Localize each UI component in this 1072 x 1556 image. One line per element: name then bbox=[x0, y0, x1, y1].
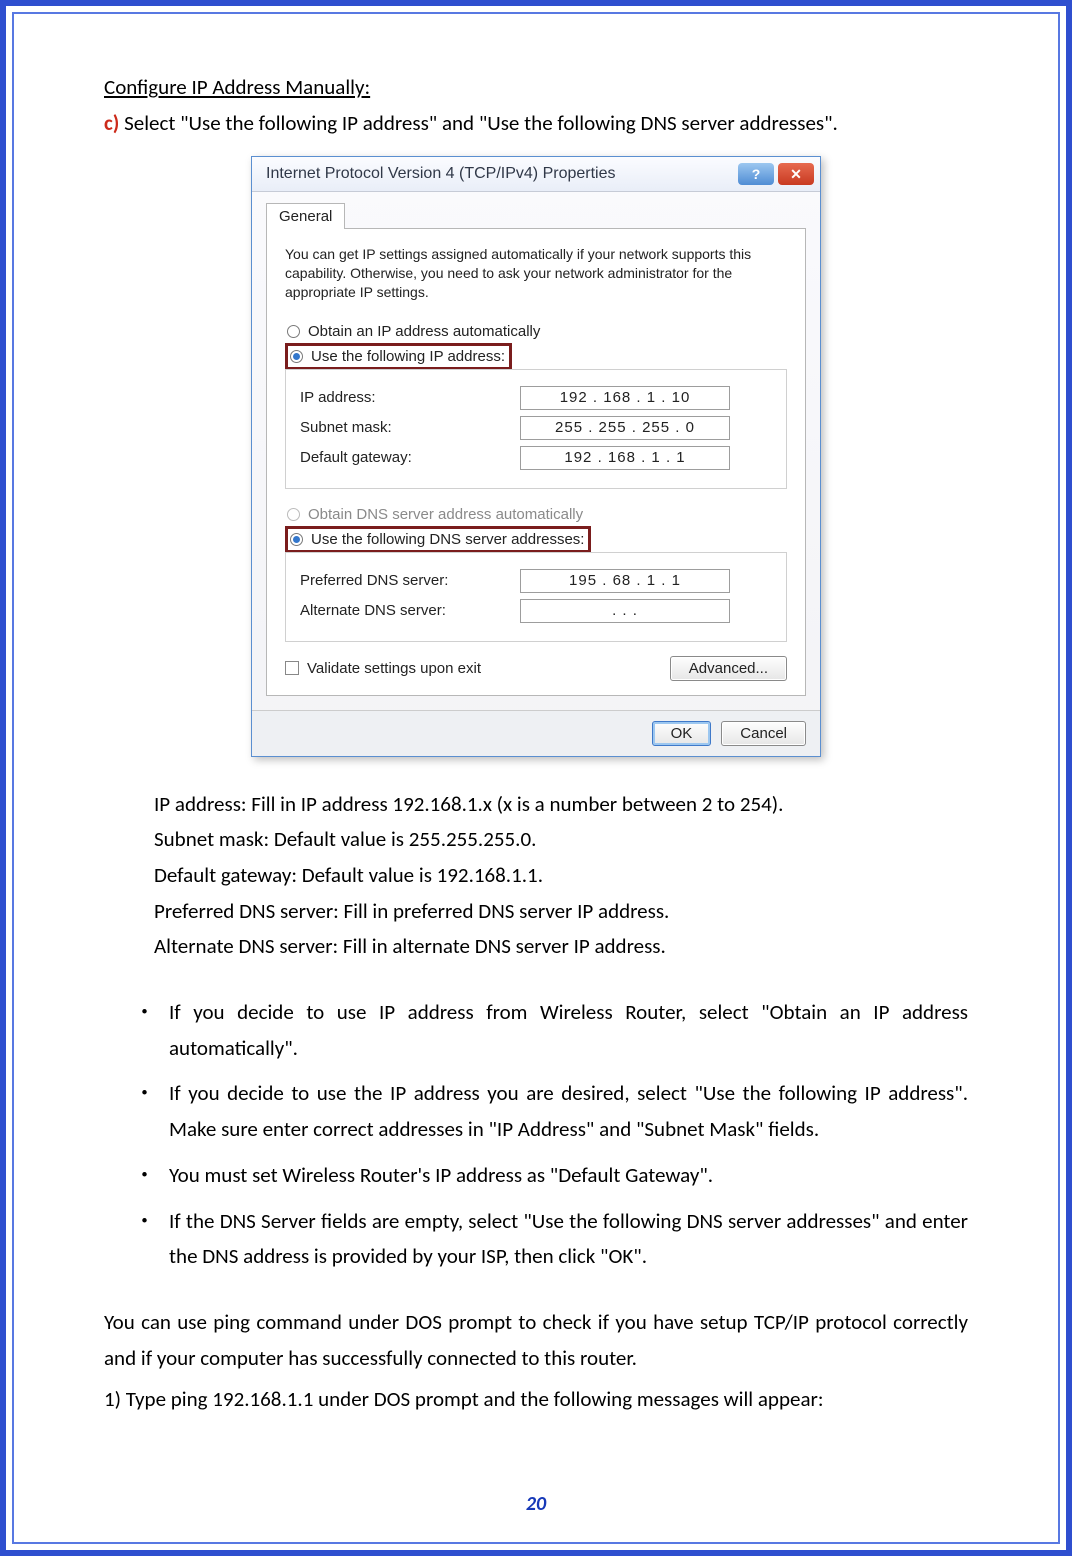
radio-icon bbox=[287, 325, 300, 338]
cancel-button[interactable]: Cancel bbox=[721, 721, 806, 746]
radio-obtain-ip[interactable]: Obtain an IP address automatically bbox=[285, 320, 787, 343]
advanced-button[interactable]: Advanced... bbox=[670, 656, 787, 681]
radio-use-ip[interactable]: Use the following IP address: bbox=[285, 343, 512, 370]
radio-icon bbox=[287, 508, 300, 521]
subnet-mask-label: Subnet mask: bbox=[300, 419, 520, 436]
validate-checkbox-row[interactable]: Validate settings upon exit bbox=[285, 660, 481, 677]
preferred-dns-input[interactable]: 195 . 68 . 1 . 1 bbox=[520, 569, 730, 593]
bullet-icon bbox=[134, 1204, 155, 1275]
tab-general[interactable]: General bbox=[266, 203, 345, 229]
section-heading: Configure IP Address Manually: bbox=[104, 74, 968, 100]
default-gateway-input[interactable]: 192 . 168 . 1 . 1 bbox=[520, 446, 730, 470]
numbered-step-1: 1) Type ping 192.168.1.1 under DOS promp… bbox=[104, 1382, 968, 1418]
dialog-titlebar: Internet Protocol Version 4 (TCP/IPv4) P… bbox=[252, 157, 820, 192]
bullet-icon bbox=[134, 995, 155, 1066]
help-button[interactable]: ? bbox=[738, 163, 774, 185]
line-ip: IP address: Fill in IP address 192.168.1… bbox=[154, 787, 968, 823]
ip-fieldgroup: IP address: 192 . 168 . 1 . 10 Subnet ma… bbox=[285, 369, 787, 489]
radio-use-dns[interactable]: Use the following DNS server addresses: bbox=[285, 526, 591, 553]
radio-use-dns-label: Use the following DNS server addresses: bbox=[311, 531, 584, 548]
bullet-1: If you decide to use IP address from Wir… bbox=[169, 995, 968, 1066]
default-gateway-label: Default gateway: bbox=[300, 449, 520, 466]
radio-use-ip-label: Use the following IP address: bbox=[311, 348, 505, 365]
radio-icon bbox=[290, 350, 303, 363]
ok-button[interactable]: OK bbox=[652, 721, 712, 746]
radio-obtain-ip-label: Obtain an IP address automatically bbox=[308, 323, 540, 340]
radio-icon bbox=[290, 533, 303, 546]
dialog-title: Internet Protocol Version 4 (TCP/IPv4) P… bbox=[266, 165, 615, 183]
checkbox-icon bbox=[285, 661, 299, 675]
subnet-mask-input[interactable]: 255 . 255 . 255 . 0 bbox=[520, 416, 730, 440]
preferred-dns-label: Preferred DNS server: bbox=[300, 572, 520, 589]
bullet-3: You must set Wireless Router's IP addres… bbox=[169, 1158, 713, 1194]
line-gateway: Default gateway: Default value is 192.16… bbox=[154, 858, 968, 894]
bullet-icon bbox=[134, 1158, 155, 1194]
step-line: c) Select "Use the following IP address"… bbox=[104, 110, 968, 136]
radio-obtain-dns-label: Obtain DNS server address automatically bbox=[308, 506, 583, 523]
line-pref-dns: Preferred DNS server: Fill in preferred … bbox=[154, 894, 968, 930]
close-button[interactable]: ✕ bbox=[778, 163, 814, 185]
radio-obtain-dns: Obtain DNS server address automatically bbox=[285, 503, 787, 526]
line-alt-dns: Alternate DNS server: Fill in alternate … bbox=[154, 929, 968, 965]
line-subnet: Subnet mask: Default value is 255.255.25… bbox=[154, 822, 968, 858]
validate-label: Validate settings upon exit bbox=[307, 660, 481, 677]
dns-fieldgroup: Preferred DNS server: 195 . 68 . 1 . 1 A… bbox=[285, 552, 787, 642]
bullet-icon bbox=[134, 1076, 155, 1147]
dialog-description: You can get IP settings assigned automat… bbox=[285, 245, 787, 302]
page-number: 20 bbox=[14, 1492, 1058, 1516]
bullet-2: If you decide to use the IP address you … bbox=[169, 1076, 968, 1147]
alternate-dns-input[interactable]: . . . bbox=[520, 599, 730, 623]
bullet-4: If the DNS Server fields are empty, sele… bbox=[169, 1204, 968, 1275]
ip-address-input[interactable]: 192 . 168 . 1 . 10 bbox=[520, 386, 730, 410]
step-text: Select "Use the following IP address" an… bbox=[119, 110, 838, 136]
ip-address-label: IP address: bbox=[300, 389, 520, 406]
paragraph-ping: You can use ping command under DOS promp… bbox=[104, 1305, 968, 1376]
bullet-list: If you decide to use IP address from Wir… bbox=[134, 995, 968, 1275]
step-marker: c) bbox=[104, 110, 119, 136]
alternate-dns-label: Alternate DNS server: bbox=[300, 602, 520, 619]
tcpip-properties-dialog: Internet Protocol Version 4 (TCP/IPv4) P… bbox=[251, 156, 821, 757]
